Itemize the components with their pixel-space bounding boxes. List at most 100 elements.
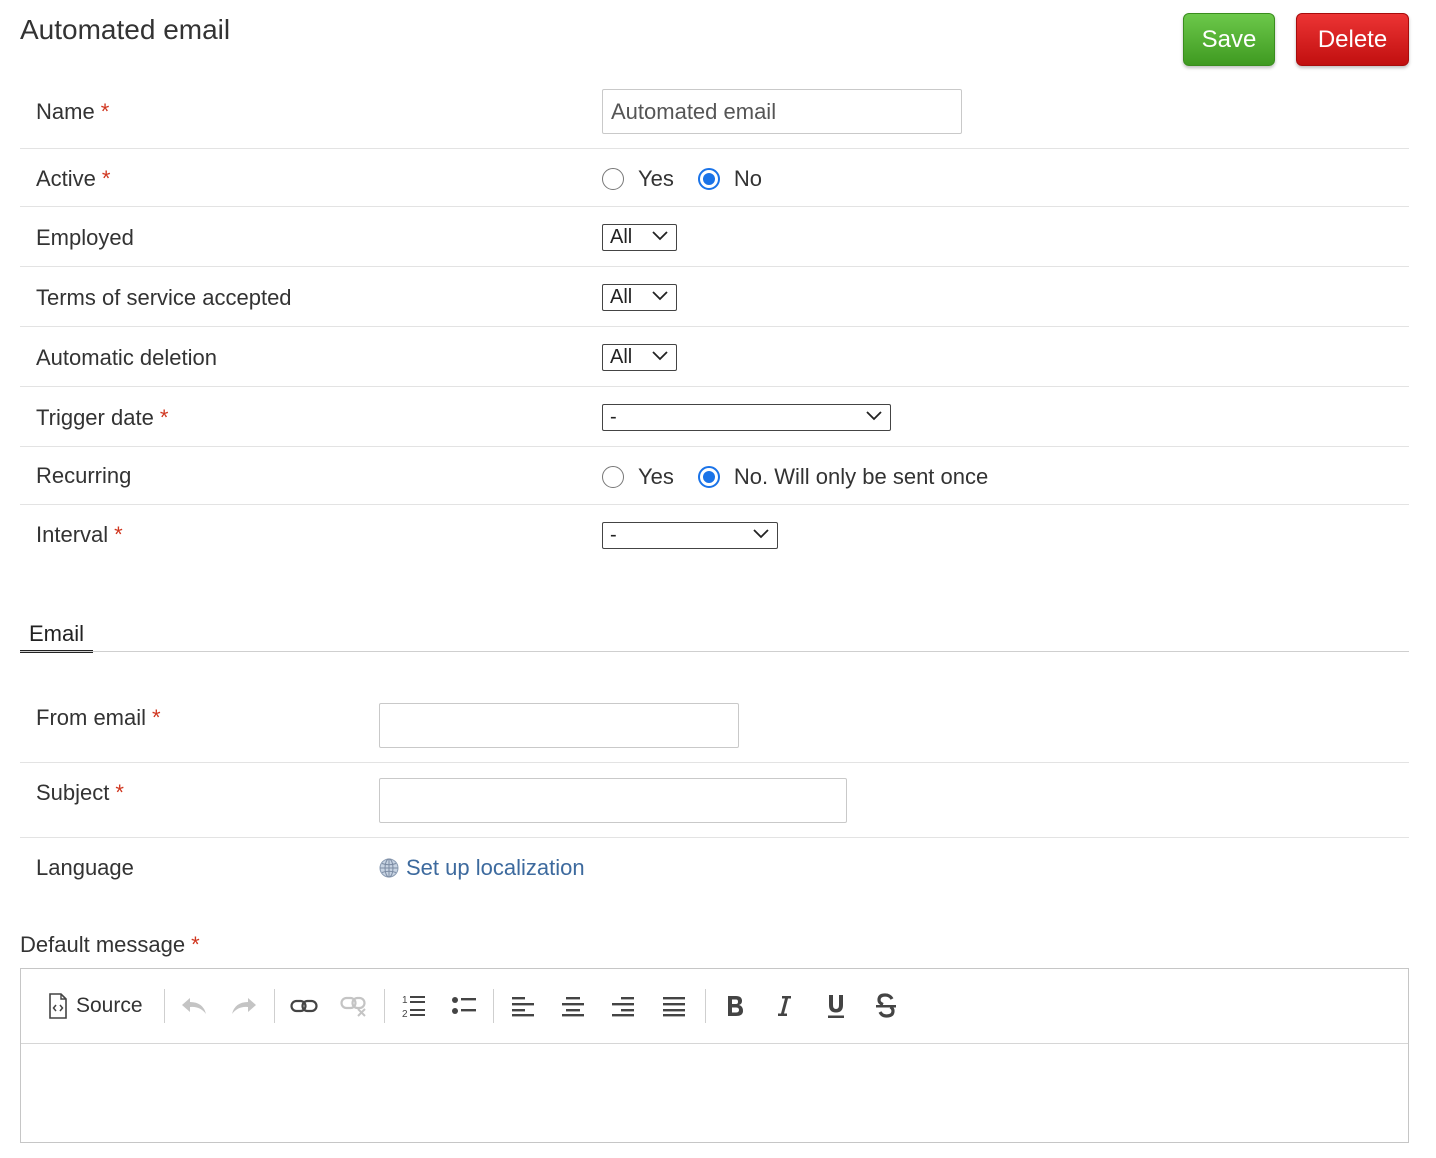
name-label: Name (36, 99, 95, 124)
redo-icon (232, 998, 256, 1014)
bulleted-list-button[interactable] (449, 989, 479, 1023)
unlink-icon (340, 996, 366, 1017)
employed-label: Employed (36, 225, 134, 250)
toolbar-separator (493, 989, 494, 1023)
toolbar-separator (384, 989, 385, 1023)
bold-button[interactable] (720, 989, 750, 1023)
interval-select-value: - (610, 524, 617, 546)
trigger-date-row: Trigger date * - (20, 387, 1409, 447)
auto-deletion-row: Automatic deletion All (20, 327, 1409, 387)
recurring-once-label: No. Will only be sent once (733, 464, 989, 489)
active-no-radio[interactable] (697, 168, 720, 190)
interval-select[interactable]: - (602, 522, 778, 549)
recurring-yes-radio[interactable] (602, 466, 624, 488)
language-label: Language (36, 855, 134, 880)
align-justify-button[interactable] (659, 989, 689, 1023)
from-email-row: From email * (20, 688, 1409, 763)
undo-icon (182, 998, 206, 1014)
auto-deletion-select-value: All (610, 346, 633, 368)
strikethrough-button[interactable] (871, 989, 901, 1023)
employed-select[interactable]: All (602, 224, 677, 251)
terms-row: Terms of service accepted All (20, 267, 1409, 327)
required-mark: * (115, 780, 124, 805)
tab-email[interactable]: Email (20, 618, 93, 653)
default-message-label: Default message (20, 932, 186, 957)
bulleted-list-icon (452, 997, 476, 1014)
trigger-date-select[interactable]: - (602, 404, 891, 431)
toolbar-separator (164, 989, 165, 1023)
recurring-yes-label: Yes (638, 464, 674, 489)
svg-text:1: 1 (402, 995, 408, 1006)
source-icon (49, 993, 67, 1019)
required-mark: * (101, 166, 111, 191)
active-yes-label: Yes (638, 166, 674, 191)
chevron-down-icon (652, 231, 668, 241)
subject-row: Subject * (20, 763, 1409, 838)
required-mark: * (159, 405, 169, 430)
align-justify-icon (663, 997, 685, 1017)
name-row: Name * Automated email (20, 80, 1409, 149)
localization-link-label: Set up localization (406, 855, 585, 880)
delete-button[interactable]: Delete (1296, 13, 1409, 66)
recurring-once-radio[interactable] (697, 466, 720, 488)
align-center-button[interactable] (558, 989, 588, 1023)
terms-select-value: All (610, 286, 633, 308)
undo-button[interactable] (179, 989, 209, 1023)
italic-button[interactable] (769, 989, 799, 1023)
numbered-list-icon: 1 2 (402, 995, 425, 1019)
italic-icon (778, 996, 791, 1016)
terms-select[interactable]: All (602, 284, 677, 311)
localization-link[interactable]: Set up localization (379, 855, 585, 881)
active-yes-radio[interactable] (602, 168, 624, 190)
source-label: Source (76, 994, 143, 1017)
bold-icon (728, 996, 743, 1016)
required-mark: * (100, 99, 110, 124)
from-email-input[interactable] (379, 703, 739, 748)
redo-button[interactable] (229, 989, 259, 1023)
required-mark: * (152, 705, 161, 730)
align-left-button[interactable] (508, 989, 538, 1023)
interval-row: Interval * - (20, 505, 1409, 565)
source-button[interactable]: Source (48, 989, 143, 1023)
link-icon (290, 999, 318, 1013)
auto-deletion-select[interactable]: All (602, 344, 677, 371)
name-input[interactable]: Automated email (602, 89, 962, 134)
align-right-button[interactable] (608, 989, 638, 1023)
globe-icon (379, 858, 399, 878)
chevron-down-icon (753, 529, 769, 539)
active-radio-group: Yes No (602, 166, 786, 192)
tab-divider (20, 651, 1409, 652)
interval-label: Interval (36, 522, 109, 547)
toolbar-separator (274, 989, 275, 1023)
active-row: Active * Yes No (20, 149, 1409, 207)
auto-deletion-label: Automatic deletion (36, 345, 217, 370)
rich-text-editor: Source 1 2 (20, 968, 1409, 1143)
link-button[interactable] (289, 989, 319, 1023)
subject-input[interactable] (379, 778, 847, 823)
unlink-button[interactable] (339, 989, 369, 1023)
employed-select-value: All (610, 226, 633, 248)
underline-icon (828, 995, 844, 1018)
chevron-down-icon (652, 351, 668, 361)
chevron-down-icon (652, 291, 668, 301)
recurring-radio-group: Yes No. Will only be sent once (602, 464, 1012, 490)
svg-text:2: 2 (402, 1009, 408, 1019)
editor-toolbar: Source 1 2 (21, 969, 1408, 1044)
required-mark: * (191, 932, 200, 957)
active-no-label: No (733, 166, 763, 191)
strikethrough-icon (876, 993, 896, 1018)
chevron-down-icon (866, 411, 882, 421)
underline-button[interactable] (821, 989, 851, 1023)
from-email-label: From email (36, 705, 147, 730)
page-title: Automated email (20, 14, 231, 45)
align-center-icon (562, 997, 584, 1017)
trigger-date-label: Trigger date (36, 405, 154, 430)
terms-label: Terms of service accepted (36, 285, 292, 310)
trigger-date-select-value: - (610, 406, 617, 428)
numbered-list-button[interactable]: 1 2 (399, 989, 429, 1023)
editor-content-area[interactable] (21, 1045, 1408, 1143)
align-right-icon (612, 997, 634, 1017)
active-label: Active (36, 166, 96, 191)
save-button[interactable]: Save (1183, 13, 1275, 66)
align-left-icon (512, 997, 534, 1017)
